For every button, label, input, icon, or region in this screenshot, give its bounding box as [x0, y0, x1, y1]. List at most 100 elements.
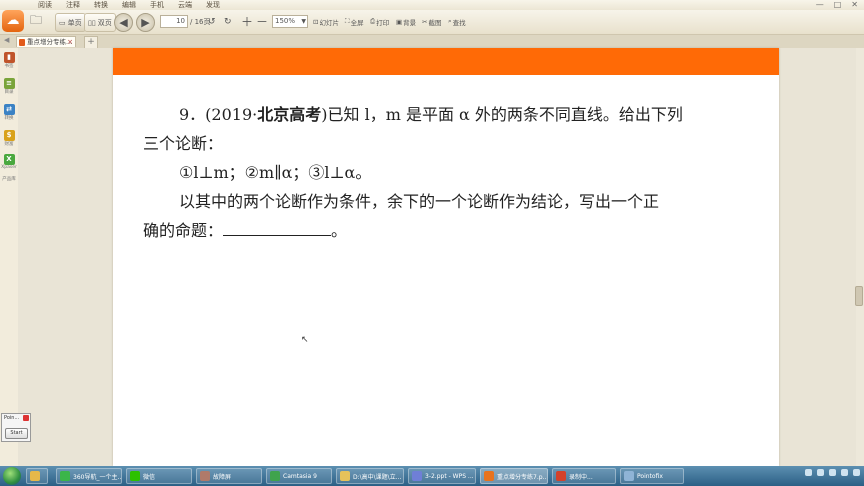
- start-button[interactable]: Start: [5, 428, 28, 439]
- taskbar-app-camtasia[interactable]: Camtasia 9: [266, 468, 332, 484]
- sidebar-item-bookmarks[interactable]: ▮ 书签: [1, 52, 17, 69]
- page-icon: ▭: [59, 18, 66, 27]
- window-controls: — □ ✕: [816, 0, 858, 10]
- menu-bar: 阅读 注释 转换 编辑 手机 云端 发现 — □ ✕: [0, 0, 864, 10]
- menu-tab-cloud[interactable]: 云端: [172, 0, 198, 10]
- prev-page-button[interactable]: ◀: [114, 13, 133, 32]
- tray-icon[interactable]: [853, 469, 860, 476]
- vertical-scrollbar[interactable]: [855, 48, 864, 466]
- system-tray: [805, 469, 860, 476]
- taskbar: 360导航_一个主... 微信 故障屏 Camtasia 9 D:\高中\课题\…: [0, 466, 864, 486]
- question-line-4: 以其中的两个论断作为条件，余下的一个论断作为结论，写出一个正: [179, 192, 660, 211]
- fullscreen-icon: ⛶: [345, 17, 350, 25]
- close-icon[interactable]: ✕: [851, 0, 858, 10]
- 360-browser-icon: [60, 471, 70, 481]
- wps-icon: [412, 471, 422, 481]
- arrow-right-icon: ▶: [141, 16, 150, 29]
- maximize-icon[interactable]: □: [834, 0, 842, 10]
- slideshow-icon: ⊡: [313, 17, 319, 26]
- question-line-1: 9．(2019·北京高考)已知 l，m 是平面 α 外的两条不同直线。给出下列: [179, 105, 683, 124]
- menu-tab-edit[interactable]: 编辑: [116, 0, 142, 10]
- rotate-left-icon[interactable]: ↺: [208, 13, 216, 30]
- single-page-button[interactable]: ▭ 单页: [55, 13, 86, 32]
- recorder-icon: [556, 471, 566, 481]
- zoom-select[interactable]: 150% ▼: [272, 13, 308, 30]
- network-icon[interactable]: [829, 469, 836, 476]
- menu-tab-read[interactable]: 阅读: [32, 0, 58, 10]
- chevron-down-icon: ▼: [301, 18, 306, 25]
- background-button[interactable]: ▣ 背景: [396, 13, 416, 30]
- document-page: 9．(2019·北京高考)已知 l，m 是平面 α 外的两条不同直线。给出下列 …: [113, 48, 779, 466]
- menu-tab-discover[interactable]: 发现: [200, 0, 226, 10]
- tray-icon[interactable]: [817, 469, 824, 476]
- printer-icon: ⎙: [370, 17, 376, 25]
- back-arrow-icon[interactable]: ◀: [4, 36, 9, 44]
- folder-icon: [340, 471, 350, 481]
- double-page-button[interactable]: ▯▯ 双页: [84, 13, 116, 32]
- app-logo-icon[interactable]: ☁: [2, 10, 24, 32]
- menu-tab-convert[interactable]: 转换: [88, 0, 114, 10]
- document-tab-bar: ◀ 重点增分专练... × +: [0, 35, 864, 49]
- taskbar-app-recording[interactable]: 录制中...: [552, 468, 616, 484]
- xpaser-icon: X: [3, 154, 15, 165]
- record-icon[interactable]: [23, 415, 29, 421]
- taskbar-app-pdf[interactable]: 重点增分专练7.p...: [480, 468, 548, 484]
- question-line-3: ①l⊥m；②m∥α；③l⊥α。: [179, 163, 372, 182]
- arrow-left-icon: ◀: [119, 16, 128, 29]
- answer-blank: [223, 217, 332, 236]
- pointofix-widget: Poin... Start: [1, 413, 31, 442]
- taskbar-app-360[interactable]: 360导航_一个主...: [56, 468, 122, 484]
- zoom-out-icon[interactable]: －: [256, 13, 268, 30]
- document-tab[interactable]: 重点增分专练... ×: [16, 36, 76, 47]
- fit-slideshow-button[interactable]: ⊡ 幻灯片: [313, 13, 339, 30]
- search-button[interactable]: ⌕ 查找: [448, 13, 466, 30]
- next-page-button[interactable]: ▶: [136, 13, 155, 32]
- double-page-icon: ▯▯: [88, 18, 96, 27]
- print-button[interactable]: ⎙ 打印: [370, 13, 389, 30]
- question-text: 9．(2019·北京高考)已知 l，m 是平面 α 外的两条不同直线。给出下列 …: [143, 100, 753, 245]
- zoom-in-icon[interactable]: ＋: [241, 13, 253, 30]
- sidebar-item-contents[interactable]: ≡ 目录: [1, 78, 17, 95]
- question-line-2: 三个论断：: [143, 134, 224, 153]
- taskbar-app-wechat[interactable]: 微信: [126, 468, 192, 484]
- question-line-5: 确的命题：。: [143, 216, 753, 245]
- convert-icon: ⇄: [3, 104, 15, 115]
- screenshot-button[interactable]: ✂ 截图: [422, 13, 441, 30]
- windows-start-icon[interactable]: [3, 467, 21, 485]
- folder-icon: [30, 471, 40, 481]
- page-number-input[interactable]: 10: [160, 15, 188, 28]
- page-orange-header: [113, 48, 779, 75]
- contents-icon: ≡: [3, 78, 15, 89]
- scrollbar-thumb[interactable]: [855, 286, 863, 306]
- menu-tab-annotate[interactable]: 注释: [60, 0, 86, 10]
- taskbar-app-folder[interactable]: D:\高中\课题\立...: [336, 468, 404, 484]
- volume-icon[interactable]: [841, 469, 848, 476]
- tray-icon[interactable]: [805, 469, 812, 476]
- scissors-icon: ✂: [422, 17, 428, 26]
- open-folder-icon[interactable]: 🗀: [30, 13, 42, 30]
- camtasia-icon: [270, 471, 280, 481]
- sidebar-item-products[interactable]: 产品库: [1, 176, 17, 182]
- close-tab-icon[interactable]: ×: [67, 37, 73, 48]
- pointofix-icon: [624, 471, 634, 481]
- sidebar-item-wealth[interactable]: $ 财富: [1, 130, 17, 147]
- toolbar: ☁ 🗀 ▭ 单页 ▯▯ 双页 ◀ ▶ 10 / 16页 ↺ ↻ ＋ － 150% ▼ …: [0, 10, 864, 35]
- fullscreen-button[interactable]: ⛶ 全屏: [345, 13, 364, 30]
- sidebar-item-convert[interactable]: ⇄ 转换: [1, 104, 17, 121]
- pdf-file-icon: [19, 39, 25, 46]
- taskbar-app-3[interactable]: 故障屏: [196, 468, 262, 484]
- pdf-reader-icon: [484, 471, 494, 481]
- background-icon: ▣: [396, 17, 403, 26]
- app-icon: [200, 471, 210, 481]
- rotate-right-icon[interactable]: ↻: [224, 13, 232, 30]
- coin-icon: $: [3, 130, 15, 141]
- minimize-icon[interactable]: —: [816, 0, 824, 10]
- page-navigator: 10 / 16页: [160, 13, 211, 30]
- bookmark-icon: ▮: [3, 52, 15, 63]
- taskbar-app-wps[interactable]: 3-2.ppt - WPS ...: [408, 468, 476, 484]
- wechat-icon: [130, 471, 140, 481]
- taskbar-app-pointofix[interactable]: Pointofix: [620, 468, 684, 484]
- sidebar-item-xpaser[interactable]: X Xpaser: [1, 154, 17, 170]
- menu-tab-mobile[interactable]: 手机: [144, 0, 170, 10]
- taskbar-explorer[interactable]: [26, 468, 48, 484]
